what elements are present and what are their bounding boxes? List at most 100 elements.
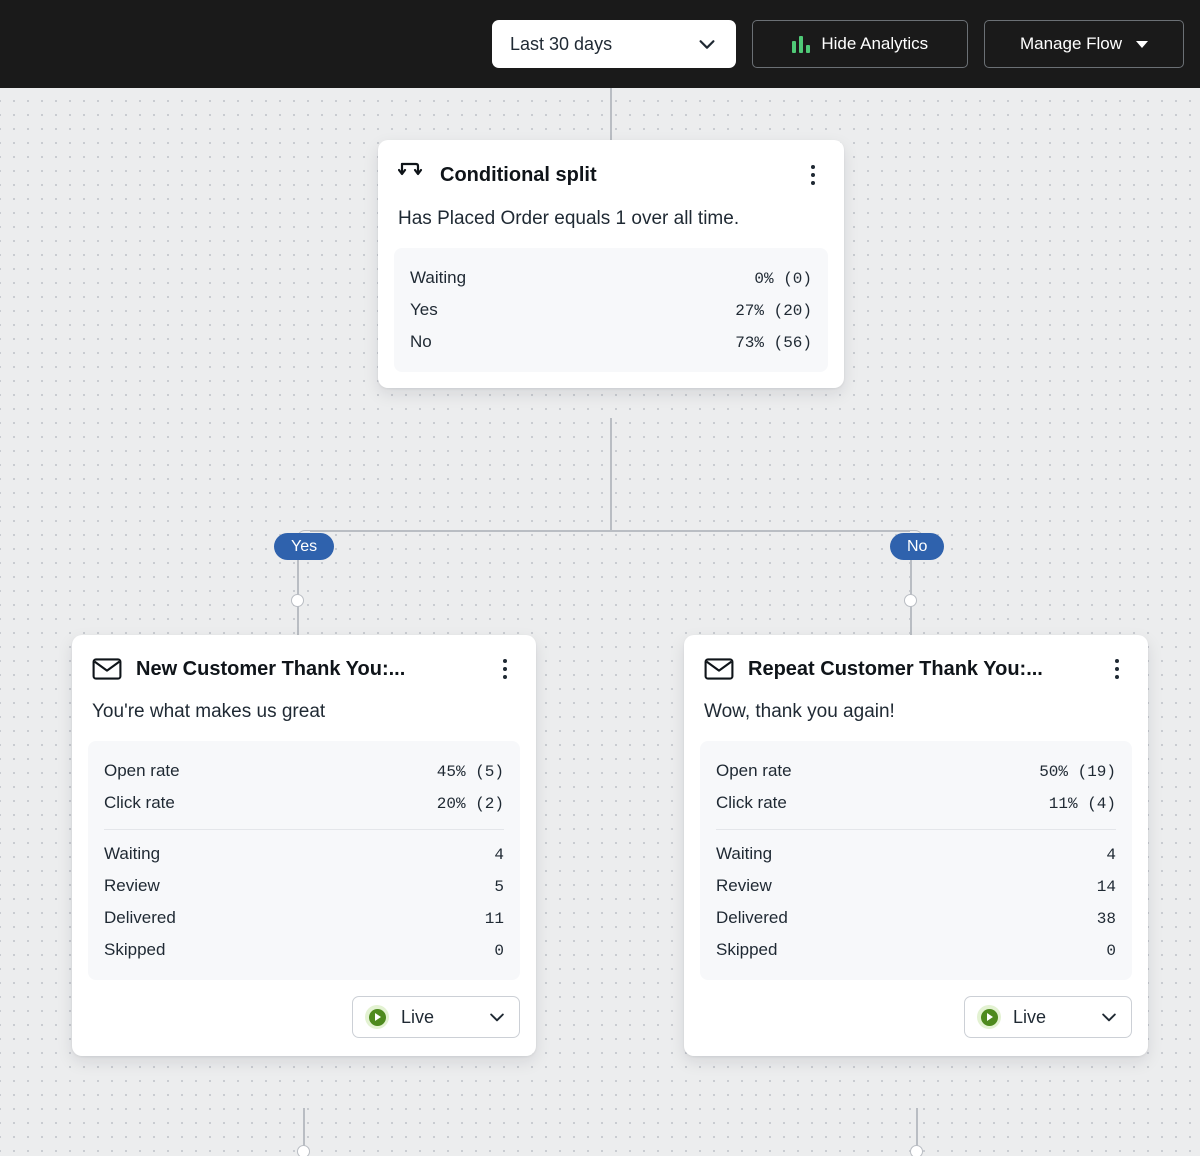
stat-value: 0% (0): [745, 270, 812, 288]
chevron-down-icon: [1099, 1007, 1119, 1027]
stat-row: Delivered 11: [104, 902, 504, 934]
connector-split-trunk: [610, 418, 612, 530]
email-footer: Live: [72, 996, 536, 1056]
stat-row: Skipped 0: [716, 934, 1116, 966]
node-card-conditional-split[interactable]: Conditional split Has Placed Order equal…: [378, 140, 844, 388]
stat-value: 5: [494, 878, 504, 896]
stat-label: Click rate: [104, 793, 175, 813]
node-card-email-new-customer[interactable]: New Customer Thank You:... You're what m…: [72, 635, 536, 1056]
connector-node-no-bottom[interactable]: [910, 1145, 923, 1156]
stat-row: Skipped 0: [104, 934, 504, 966]
conditional-split-description: Has Placed Order equals 1 over all time.: [378, 188, 844, 230]
stat-value: 38: [1097, 910, 1116, 928]
stat-row: Waiting 0% (0): [410, 262, 812, 294]
email-header: New Customer Thank You:...: [72, 635, 536, 681]
stat-row: Yes 27% (20): [410, 294, 812, 326]
stat-label: Yes: [410, 300, 438, 320]
stat-value: 73% (56): [735, 334, 812, 352]
kebab-menu-icon[interactable]: [494, 659, 516, 679]
stat-row: Review 5: [104, 870, 504, 902]
stat-row: Review 14: [716, 870, 1116, 902]
stat-value: 4: [494, 846, 504, 864]
status-dropdown-live[interactable]: Live: [964, 996, 1132, 1038]
stat-value: 20% (2): [437, 795, 504, 813]
stat-label: Open rate: [716, 761, 792, 781]
email-header: Repeat Customer Thank You:...: [684, 635, 1148, 681]
stat-row: Open rate 45% (5): [104, 755, 504, 787]
stat-label: Delivered: [104, 908, 176, 928]
stat-row: No 73% (56): [410, 326, 812, 358]
stat-value: 11: [485, 910, 504, 928]
manage-flow-button[interactable]: Manage Flow: [984, 20, 1184, 68]
stat-value: 45% (5): [437, 763, 504, 781]
stat-value: 11% (4): [1049, 795, 1116, 813]
status-dropdown-live[interactable]: Live: [352, 996, 520, 1038]
stat-value: 27% (20): [735, 302, 812, 320]
date-range-select[interactable]: Last 30 days: [492, 20, 736, 68]
kebab-menu-icon[interactable]: [802, 165, 824, 185]
email-title: Repeat Customer Thank You:...: [748, 658, 1092, 681]
stat-label: Open rate: [104, 761, 180, 781]
branch-label-no-text: No: [907, 538, 927, 556]
stat-value: 14: [1097, 878, 1116, 896]
bar-chart-icon: [792, 36, 811, 53]
manage-flow-label: Manage Flow: [1020, 34, 1122, 54]
stat-value: 4: [1106, 846, 1116, 864]
email-stats: Open rate 45% (5) Click rate 20% (2) Wai…: [88, 741, 520, 980]
stat-label: Click rate: [716, 793, 787, 813]
stat-label: Skipped: [716, 940, 777, 960]
branch-label-yes-text: Yes: [291, 538, 317, 556]
chevron-down-icon: [487, 1007, 507, 1027]
hide-analytics-label: Hide Analytics: [821, 34, 928, 54]
stat-label: Waiting: [410, 268, 466, 288]
stat-label: No: [410, 332, 432, 352]
stat-row: Open rate 50% (19): [716, 755, 1116, 787]
stat-label: Delivered: [716, 908, 788, 928]
branch-label-yes[interactable]: Yes: [274, 533, 334, 560]
play-circle-icon: [977, 1005, 1001, 1029]
chevron-down-icon: [696, 33, 718, 55]
play-circle-icon: [365, 1005, 389, 1029]
status-label: Live: [401, 1007, 475, 1028]
stat-value: 50% (19): [1039, 763, 1116, 781]
stat-label: Review: [104, 876, 160, 896]
email-subject: Wow, thank you again!: [684, 681, 1148, 723]
email-stats: Open rate 50% (19) Click rate 11% (4) Wa…: [700, 741, 1132, 980]
connector-no-card-exit: [916, 1108, 918, 1148]
branch-label-no[interactable]: No: [890, 533, 944, 560]
stats-divider: [104, 829, 504, 830]
status-label: Live: [1013, 1007, 1087, 1028]
stat-label: Waiting: [716, 844, 772, 864]
email-subject: You're what makes us great: [72, 681, 536, 723]
conditional-split-title: Conditional split: [440, 164, 788, 187]
caret-down-icon: [1136, 41, 1148, 48]
stat-row: Waiting 4: [104, 838, 504, 870]
email-footer: Live: [684, 996, 1148, 1056]
connector-yes-card-exit: [303, 1108, 305, 1148]
hide-analytics-button[interactable]: Hide Analytics: [752, 20, 968, 68]
stat-label: Review: [716, 876, 772, 896]
stat-label: Skipped: [104, 940, 165, 960]
stat-label: Waiting: [104, 844, 160, 864]
connector-node-yes[interactable]: [291, 594, 304, 607]
conditional-split-stats: Waiting 0% (0) Yes 27% (20) No 73% (56): [394, 248, 828, 372]
connector-branch-bar: [310, 530, 910, 532]
envelope-icon: [704, 657, 734, 681]
stat-row: Click rate 20% (2): [104, 787, 504, 819]
envelope-icon: [92, 657, 122, 681]
node-card-email-repeat-customer[interactable]: Repeat Customer Thank You:... Wow, thank…: [684, 635, 1148, 1056]
conditional-split-icon: [398, 162, 426, 188]
stat-row: Delivered 38: [716, 902, 1116, 934]
stat-row: Waiting 4: [716, 838, 1116, 870]
stat-value: 0: [494, 942, 504, 960]
connector-node-yes-bottom[interactable]: [297, 1145, 310, 1156]
stats-divider: [716, 829, 1116, 830]
flow-canvas[interactable]: Yes No Conditional split Has Placed Orde…: [0, 88, 1200, 1156]
connector-node-no[interactable]: [904, 594, 917, 607]
stat-row: Click rate 11% (4): [716, 787, 1116, 819]
conditional-split-header: Conditional split: [378, 140, 844, 188]
kebab-menu-icon[interactable]: [1106, 659, 1128, 679]
stat-value: 0: [1106, 942, 1116, 960]
top-toolbar: Last 30 days Hide Analytics Manage Flow: [0, 0, 1200, 88]
date-range-value: Last 30 days: [510, 34, 612, 55]
